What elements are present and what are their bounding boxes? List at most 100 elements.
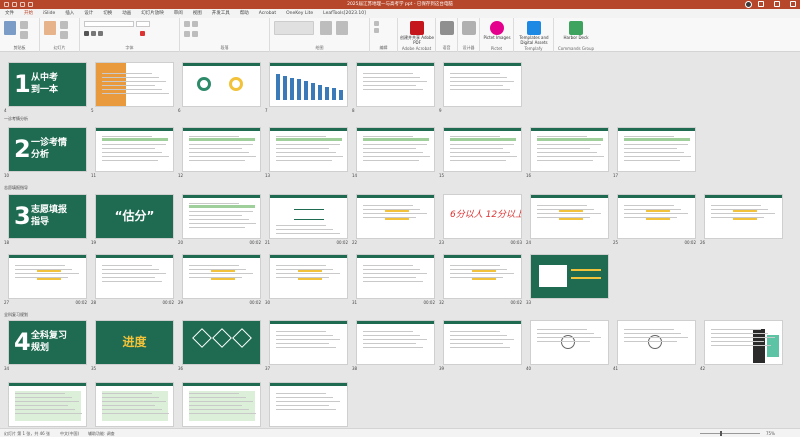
slide-thumbnail[interactable] — [443, 62, 522, 107]
slide-thumbnail[interactable] — [704, 194, 783, 239]
autosave-icon[interactable] — [4, 2, 9, 7]
shapes-gallery[interactable] — [274, 21, 314, 35]
tab-10[interactable]: 开发工具 — [207, 9, 235, 18]
minimize-icon[interactable] — [758, 1, 764, 7]
slide-thumbnail[interactable] — [530, 194, 609, 239]
section-label[interactable]: 一诊考情分析 — [4, 116, 28, 122]
templafy-button[interactable]: Templates and Digital Assets — [517, 35, 551, 45]
tab-13[interactable]: OneKey Lite — [281, 9, 318, 18]
tab-11[interactable]: 帮助 — [235, 9, 254, 18]
tab-4[interactable]: 设计 — [79, 9, 98, 18]
slide-thumbnail[interactable]: 进度 — [95, 320, 174, 365]
tab-1[interactable]: 开始 — [19, 9, 38, 19]
tab-7[interactable]: 幻灯片放映 — [136, 9, 169, 18]
slide-thumbnail[interactable] — [95, 127, 174, 172]
tab-8[interactable]: 审阅 — [169, 9, 188, 18]
slide-thumbnail[interactable] — [356, 254, 435, 299]
slide-thumbnail[interactable] — [95, 254, 174, 299]
slide-thumbnail[interactable] — [269, 254, 348, 299]
slide-thumbnail[interactable] — [182, 254, 261, 299]
harbor-deck-button[interactable]: Harbor Deck — [559, 35, 593, 41]
bullets-icon[interactable] — [184, 21, 190, 27]
slide-thumbnail[interactable]: 6分以人 12分以上 — [443, 194, 522, 239]
slide-thumbnail[interactable]: “估分” — [95, 194, 174, 239]
maximize-icon[interactable] — [774, 1, 780, 7]
section-label[interactable]: 志愿填报指导 — [4, 185, 28, 191]
slide-thumbnail[interactable] — [269, 62, 348, 107]
new-slide-icon[interactable] — [44, 21, 56, 35]
accessibility-status[interactable]: 辅助功能: 调查 — [88, 431, 115, 437]
quick-styles-icon[interactable] — [336, 21, 348, 35]
slide-thumbnail[interactable] — [95, 62, 174, 107]
pictet-button[interactable]: Pictet Images — [480, 35, 514, 41]
slide-thumbnail[interactable] — [8, 382, 87, 427]
italic-icon[interactable] — [91, 31, 96, 36]
dictate-icon[interactable] — [440, 21, 454, 35]
designer-icon[interactable] — [462, 21, 476, 35]
underline-icon[interactable] — [98, 31, 103, 36]
slide-thumbnail[interactable] — [443, 254, 522, 299]
cut-icon[interactable] — [20, 21, 28, 29]
slide-thumbnail[interactable] — [617, 127, 696, 172]
slide-thumbnail[interactable] — [182, 62, 261, 107]
zoom-level[interactable]: 75% — [766, 431, 775, 436]
numbering-icon[interactable] — [192, 21, 198, 27]
align-center-icon[interactable] — [192, 31, 198, 37]
tab-9[interactable]: 视图 — [188, 9, 207, 18]
tab-2[interactable]: iSlide — [38, 9, 60, 18]
tab-14[interactable]: LeafTools[2023.10] — [318, 9, 371, 18]
harbor-deck-icon[interactable] — [569, 21, 583, 35]
slide-thumbnail[interactable]: 1 从中考 到一本 — [8, 62, 87, 107]
zoom-slider[interactable] — [700, 433, 760, 434]
slide-thumbnail[interactable] — [356, 127, 435, 172]
slide-thumbnail[interactable] — [530, 320, 609, 365]
slide-thumbnail[interactable] — [8, 254, 87, 299]
templafy-icon[interactable] — [527, 21, 541, 35]
tab-5[interactable]: 切换 — [98, 9, 117, 18]
font-color-icon[interactable] — [140, 31, 145, 36]
slide-thumbnail[interactable] — [269, 194, 348, 239]
acrobat-pdf-icon[interactable] — [410, 21, 424, 35]
tab-12[interactable]: Acrobat — [254, 9, 281, 18]
copy-icon[interactable] — [20, 31, 28, 39]
slide-thumbnail[interactable]: 4 全科复习 规划 — [8, 320, 87, 365]
tab-3[interactable]: 插入 — [60, 9, 79, 18]
slide-thumbnail[interactable] — [356, 194, 435, 239]
font-name-input[interactable] — [84, 21, 134, 27]
slide-thumbnail[interactable] — [182, 382, 261, 427]
section-label[interactable]: 全科复习规划 — [4, 312, 28, 318]
font-size-input[interactable] — [136, 21, 150, 27]
close-icon[interactable] — [790, 1, 796, 7]
layout-icon[interactable] — [60, 21, 68, 29]
slide-thumbnail[interactable] — [704, 320, 783, 365]
arrange-icon[interactable] — [320, 21, 332, 35]
bold-icon[interactable] — [84, 31, 89, 36]
slide-thumbnail[interactable] — [443, 127, 522, 172]
pictet-icon[interactable] — [490, 21, 504, 35]
paste-icon[interactable] — [4, 21, 16, 35]
find-icon[interactable] — [374, 21, 379, 26]
slide-thumbnail[interactable] — [269, 320, 348, 365]
slide-thumbnail[interactable] — [617, 194, 696, 239]
save-icon[interactable] — [12, 2, 17, 7]
redo-icon[interactable] — [28, 2, 33, 7]
slide-thumbnail[interactable] — [182, 320, 261, 365]
replace-icon[interactable] — [374, 28, 379, 33]
slide-thumbnail[interactable] — [443, 320, 522, 365]
reset-icon[interactable] — [60, 31, 68, 39]
slide-thumbnail[interactable] — [269, 127, 348, 172]
slide-thumbnail[interactable] — [269, 382, 348, 427]
language-indicator[interactable]: 中文(中国) — [60, 431, 79, 437]
acrobat-button[interactable]: 创建并共享 Adobe PDF — [400, 35, 434, 45]
tab-6[interactable]: 动画 — [117, 9, 136, 18]
zoom-slider-thumb[interactable] — [720, 431, 722, 436]
slide-thumbnail[interactable] — [530, 127, 609, 172]
slide-thumbnail[interactable] — [530, 254, 609, 299]
slide-thumbnail[interactable] — [182, 127, 261, 172]
undo-icon[interactable] — [20, 2, 25, 7]
slide-thumbnail[interactable]: 2 一诊考情 分析 — [8, 127, 87, 172]
slide-thumbnail[interactable] — [182, 194, 261, 239]
slide-thumbnail[interactable] — [356, 320, 435, 365]
slide-thumbnail[interactable]: 3 志愿填报 指导 — [8, 194, 87, 239]
slide-thumbnail[interactable] — [95, 382, 174, 427]
